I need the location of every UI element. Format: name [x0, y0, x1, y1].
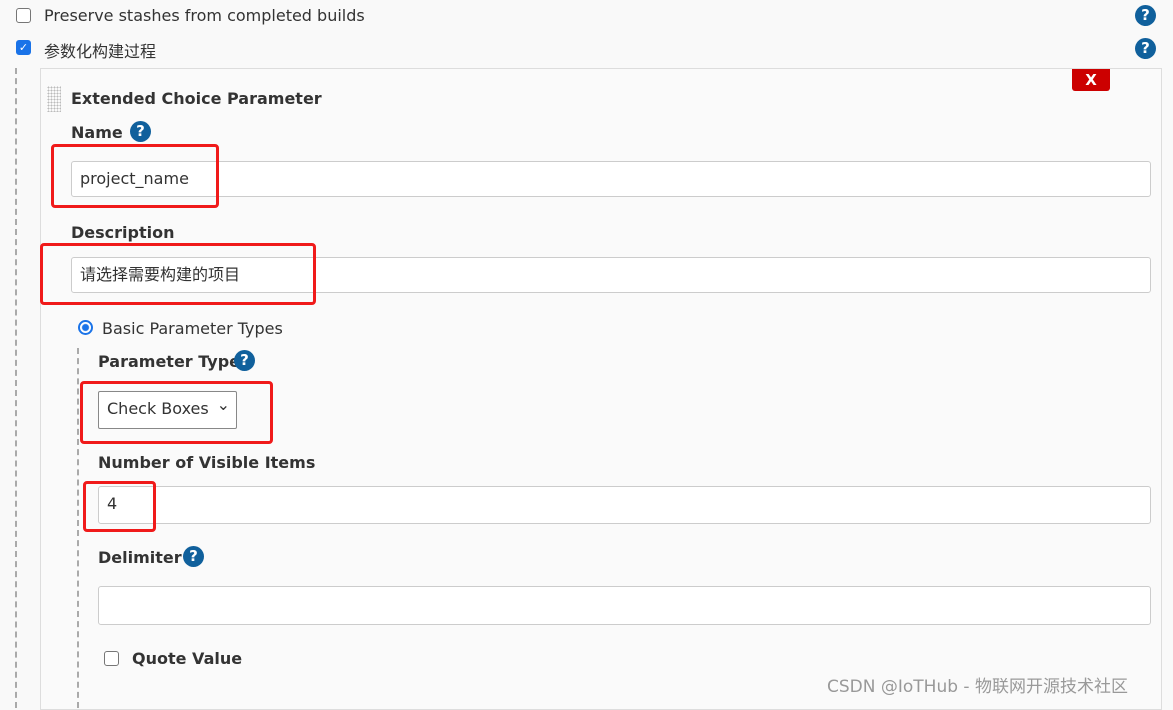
preserve-stashes-checkbox[interactable]	[16, 8, 31, 23]
parameterized-build-label: 参数化构建过程	[44, 42, 157, 61]
quote-value-label: Quote Value	[132, 649, 243, 668]
basic-types-label: Basic Parameter Types	[102, 319, 283, 338]
highlight-box	[51, 144, 219, 208]
basic-types-radio[interactable]	[78, 320, 93, 335]
preserve-stashes-label: Preserve stashes from completed builds	[44, 6, 365, 25]
parameter-title: Extended Choice Parameter	[71, 89, 322, 108]
parameterized-build-checkbox[interactable]: ✓	[16, 40, 31, 55]
visible-items-input[interactable]: 4	[98, 486, 1151, 524]
help-icon[interactable]: ?	[1135, 38, 1156, 59]
highlight-box	[80, 381, 273, 444]
quote-value-checkbox[interactable]	[104, 651, 119, 666]
help-icon[interactable]: ?	[183, 546, 204, 567]
delete-button[interactable]: X	[1072, 69, 1110, 91]
parameter-type-label: Parameter Type	[98, 352, 241, 371]
description-label: Description	[71, 223, 175, 242]
name-label: Name	[71, 123, 123, 142]
watermark: CSDN @IoTHub - 物联网开源技术社区	[827, 677, 1128, 697]
section-divider	[77, 348, 79, 708]
delimiter-input[interactable]	[98, 586, 1151, 625]
name-input[interactable]: project_name	[71, 161, 1151, 197]
visible-items-label: Number of Visible Items	[98, 453, 316, 472]
highlight-box	[40, 243, 316, 305]
section-divider	[15, 68, 17, 708]
drag-handle-icon[interactable]	[47, 86, 61, 112]
help-icon[interactable]: ?	[234, 350, 255, 371]
help-icon[interactable]: ?	[130, 121, 151, 142]
highlight-box	[83, 481, 156, 532]
delimiter-label: Delimiter	[98, 548, 182, 567]
help-icon[interactable]: ?	[1135, 5, 1156, 26]
